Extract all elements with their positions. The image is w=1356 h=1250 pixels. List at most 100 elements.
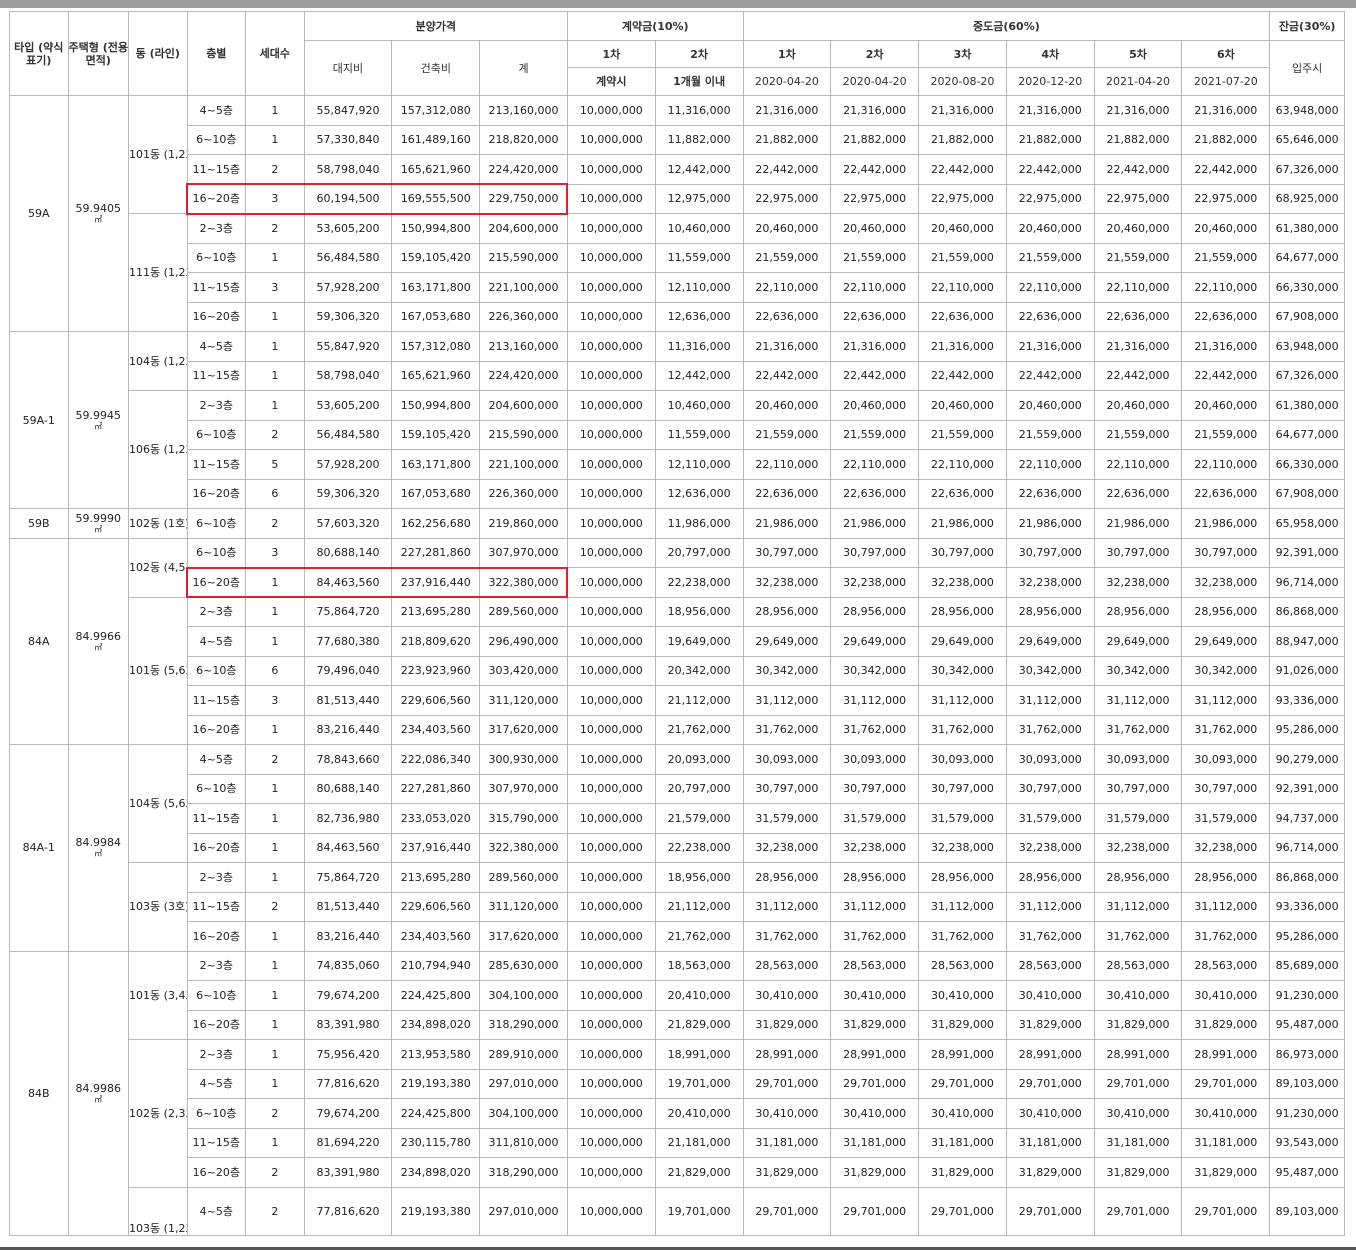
table-row: 16~20층 3 60,194,500 169,555,500 229,750,000 1… (10, 183, 1345, 214)
d1-cell: 10,000,000 (566, 1009, 656, 1040)
header-price-group: 분양가격 (303, 11, 568, 41)
header-mid-group: 중도금(60%) (742, 11, 1271, 41)
mid-payment-5-cell: 31,829,000 (1093, 1009, 1183, 1040)
mid-payment-4-cell: 31,579,000 (1005, 803, 1095, 834)
floor-cell: 16~20층 (186, 1157, 247, 1188)
d1-cell: 10,000,000 (566, 124, 656, 155)
mid-payment-3-cell: 21,559,000 (918, 242, 1007, 273)
bal-cell: 91,026,000 (1269, 655, 1345, 686)
floor-cell: 16~20층 (186, 301, 247, 332)
total-cell: 219,860,000 (479, 508, 568, 539)
mid-payment-5-cell: 28,563,000 (1093, 950, 1183, 981)
bal-cell: 95,286,000 (1269, 714, 1345, 745)
units-cell: 1 (245, 1009, 305, 1040)
land-cell: 75,864,720 (303, 596, 393, 627)
mid-payment-3-cell: 31,112,000 (918, 891, 1007, 922)
total-cell: 221,100,000 (479, 449, 568, 480)
mid-payment-5-cell: 21,986,000 (1093, 508, 1183, 539)
total-cell: 307,970,000 (479, 773, 568, 804)
mid-payment-4-cell: 30,797,000 (1005, 773, 1095, 804)
land-cell: 81,513,440 (303, 891, 393, 922)
floor-cell: 16~20층 (186, 478, 247, 509)
land-cell: 84,463,560 (303, 832, 393, 863)
floor-cell: 2~3층 (186, 390, 247, 421)
units-cell: 2 (245, 1186, 305, 1236)
land-cell: 59,306,320 (303, 301, 393, 332)
total-cell: 317,620,000 (479, 921, 568, 952)
d1-cell: 10,000,000 (566, 1186, 656, 1236)
mid-payment-6-cell: 31,829,000 (1181, 1157, 1271, 1188)
bal-cell: 85,689,000 (1269, 950, 1345, 981)
mid-payment-2-cell: 28,563,000 (830, 950, 920, 981)
d1-cell: 10,000,000 (566, 714, 656, 745)
mid-payment-2-cell: 30,410,000 (830, 980, 920, 1011)
build-cell: 150,994,800 (391, 213, 481, 244)
floor-cell: 4~5층 (186, 331, 247, 362)
total-cell: 300,930,000 (479, 744, 568, 775)
table-row: 16~20층 1 84,463,560 237,916,440 322,380,000 1… (10, 832, 1345, 863)
mid-payment-1-cell: 22,975,000 (742, 183, 832, 214)
units-cell: 3 (245, 183, 305, 214)
mid-payment-1-cell: 21,986,000 (742, 508, 832, 539)
d1-cell: 10,000,000 (566, 1039, 656, 1070)
mid-payment-3-cell: 22,442,000 (918, 154, 1007, 185)
mid-payment-1-cell: 30,410,000 (742, 980, 832, 1011)
total-cell: 213,160,000 (479, 331, 568, 362)
area-value: 84.9966 (75, 629, 122, 643)
d1-cell: 10,000,000 (566, 921, 656, 952)
build-cell: 229,606,560 (391, 685, 481, 716)
mid-payment-1-cell: 31,112,000 (742, 891, 832, 922)
dong-cell: 111동 (1,2호) (128, 213, 188, 332)
mid-payment-3-cell: 21,559,000 (918, 419, 1007, 450)
d1-cell: 10,000,000 (566, 1127, 656, 1158)
mid-payment-5-cell: 29,649,000 (1093, 626, 1183, 657)
build-cell: 165,621,960 (391, 154, 481, 185)
units-cell: 1 (245, 803, 305, 834)
total-cell: 311,810,000 (479, 1127, 568, 1158)
bal-cell: 86,868,000 (1269, 596, 1345, 627)
floor-cell: 4~5층 (186, 95, 247, 126)
mid-payment-2-cell: 29,701,000 (830, 1186, 920, 1236)
mid-payment-5-cell: 29,701,000 (1093, 1068, 1183, 1099)
floor-cell: 2~3층 (186, 1039, 247, 1070)
land-cell: 83,216,440 (303, 714, 393, 745)
floor-cell: 11~15층 (186, 154, 247, 185)
d1-cell: 10,000,000 (566, 508, 656, 539)
land-cell: 79,674,200 (303, 1098, 393, 1129)
floor-cell: 6~10층 (186, 537, 247, 568)
header-m6: 6차 (1181, 40, 1271, 68)
bal-cell: 96,714,000 (1269, 567, 1345, 598)
floor-cell: 16~20층 (186, 832, 247, 863)
mid-payment-4-cell: 31,112,000 (1005, 685, 1095, 716)
mid-payment-6-cell: 30,410,000 (1181, 980, 1271, 1011)
build-cell: 167,053,680 (391, 301, 481, 332)
table-row: 11~15층 1 82,736,980 233,053,020 315,790,000 1… (10, 803, 1345, 834)
total-cell: 303,420,000 (479, 655, 568, 686)
land-cell: 82,736,980 (303, 803, 393, 834)
area-cell: 59.9945 ㎡ (67, 331, 130, 509)
mid-payment-4-cell: 22,636,000 (1005, 478, 1095, 509)
mid-payment-4-cell: 22,110,000 (1005, 449, 1095, 480)
table-row: 11~15층 3 81,513,440 229,606,560 311,120,000 1… (10, 685, 1345, 716)
mid-payment-2-cell: 29,701,000 (830, 1068, 920, 1099)
table-row: 102동 (2,3호)2~3층175,956,420213,953,580289… (10, 1039, 1345, 1188)
total-cell: 204,600,000 (479, 390, 568, 421)
mid-payment-5-cell: 31,829,000 (1093, 1157, 1183, 1188)
table-row: 16~20층 1 83,216,440 234,403,560 317,620,000 1… (10, 714, 1345, 745)
land-cell: 58,798,040 (303, 360, 393, 391)
type-cell: 59A-1 (9, 331, 69, 509)
floor-cell: 16~20층 (186, 183, 247, 214)
floor-cell: 2~3층 (186, 862, 247, 893)
total-cell: 315,790,000 (479, 803, 568, 834)
table-row: 16~20층 6 59,306,320 167,053,680 226,360,000 1… (10, 478, 1345, 509)
units-cell: 3 (245, 537, 305, 568)
table-row: 84A84.9966㎡102동 (4,5호)6~10층380,688,14022… (9, 537, 1345, 745)
bal-cell: 92,391,000 (1269, 537, 1345, 568)
mid-payment-6-cell: 31,829,000 (1181, 1009, 1271, 1040)
floor-cell: 6~10층 (186, 1098, 247, 1129)
d2-cell: 21,762,000 (654, 714, 744, 745)
header-total: 계 (479, 40, 568, 96)
bal-cell: 91,230,000 (1269, 980, 1345, 1011)
table-row: 59B 59.9990 ㎡ 102동 (1호) 6~10층 2 57,603,320 162,… (9, 508, 1345, 539)
mid-payment-5-cell: 32,238,000 (1093, 832, 1183, 863)
